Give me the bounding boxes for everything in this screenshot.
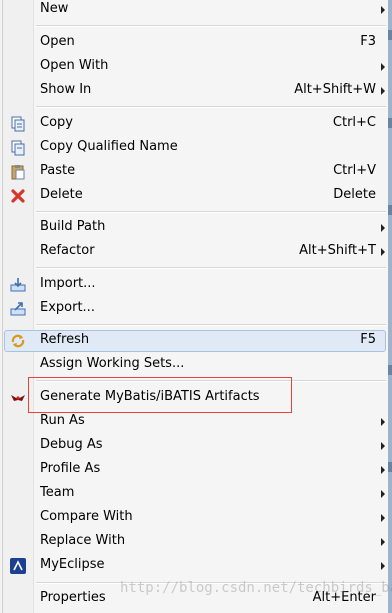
menu-item-label: Run As <box>40 413 85 428</box>
menu-item-open-with[interactable]: Open With <box>3 55 388 79</box>
menu-item-replace-with[interactable]: Replace With <box>3 530 388 554</box>
menu-item-label: Show In <box>40 82 92 97</box>
menu-item-run-as[interactable]: Run As <box>3 410 388 434</box>
menu-item-refactor[interactable]: Refactor Alt+Shift+T <box>3 240 388 264</box>
submenu-arrow-icon <box>381 514 385 522</box>
submenu-arrow-icon <box>381 6 385 14</box>
myeclipse-icon <box>10 558 26 574</box>
menu-item-label: Compare With <box>40 509 133 524</box>
submenu-arrow-icon <box>381 562 385 570</box>
menu-item-label: Team <box>40 485 75 500</box>
menu-item-label: Profile As <box>40 461 101 476</box>
menu-item-copy[interactable]: Copy Ctrl+C <box>3 112 388 136</box>
submenu-arrow-icon <box>381 87 385 95</box>
submenu-arrow-icon <box>381 442 385 450</box>
shortcut-label: Delete <box>333 187 376 202</box>
menu-item-label: Open <box>40 34 75 49</box>
submenu-arrow-icon <box>381 63 385 71</box>
import-icon <box>10 277 26 293</box>
menu-item-delete[interactable]: Delete Delete <box>3 184 388 208</box>
menu-separator <box>36 267 386 269</box>
menu-item-label: Open With <box>40 58 109 73</box>
menu-item-build-path[interactable]: Build Path <box>3 216 388 240</box>
menu-separator <box>36 211 386 213</box>
menu-item-show-in[interactable]: Show In Alt+Shift+W <box>3 79 388 103</box>
menu-item-paste[interactable]: Paste Ctrl+V <box>3 160 388 184</box>
menu-item-assign-working-sets[interactable]: Assign Working Sets... <box>3 353 388 377</box>
paste-icon <box>10 164 26 180</box>
menu-separator <box>36 106 386 108</box>
refresh-icon <box>10 333 26 349</box>
shortcut-label: Ctrl+C <box>332 115 376 130</box>
menu-item-open[interactable]: Open F3 <box>3 31 388 55</box>
shortcut-label: F3 <box>360 34 376 49</box>
shortcut-label: F5 <box>360 332 376 347</box>
menu-separator <box>36 324 386 326</box>
mybatis-bird-icon <box>10 390 26 406</box>
shortcut-label: Ctrl+V <box>333 163 376 178</box>
menu-separator <box>36 25 386 27</box>
menu-item-label: Import... <box>40 276 96 291</box>
menu-item-label: MyEclipse <box>40 557 105 572</box>
context-menu: New Open F3 Open With Show In Alt+Shift+… <box>2 0 388 613</box>
menu-item-label: Paste <box>40 163 76 178</box>
shortcut-label: Alt+Shift+T <box>299 243 376 258</box>
menu-item-label: Debug As <box>40 437 103 452</box>
menu-item-label: Copy Qualified Name <box>40 139 178 154</box>
submenu-arrow-icon <box>381 418 385 426</box>
submenu-arrow-icon <box>381 466 385 474</box>
menu-item-team[interactable]: Team <box>3 482 388 506</box>
menu-item-myeclipse[interactable]: MyEclipse <box>3 554 388 578</box>
menu-item-label: New <box>40 1 69 16</box>
menu-item-label: Properties <box>40 590 106 605</box>
submenu-arrow-icon <box>381 538 385 546</box>
copy-qualified-name-icon <box>10 140 26 156</box>
menu-item-new[interactable]: New <box>3 0 388 22</box>
annotation-highlight-box <box>28 377 292 413</box>
menu-item-import[interactable]: Import... <box>3 273 388 297</box>
shortcut-label: Alt+Shift+W <box>294 82 376 97</box>
export-icon <box>10 301 26 317</box>
menu-item-debug-as[interactable]: Debug As <box>3 434 388 458</box>
copy-icon <box>10 116 26 132</box>
delete-icon <box>10 188 26 204</box>
menu-item-label: Replace With <box>40 533 126 548</box>
menu-item-label: Refactor <box>40 243 95 258</box>
menu-item-refresh[interactable]: Refresh F5 <box>3 329 388 353</box>
menu-item-label: Copy <box>40 115 73 130</box>
menu-item-label: Refresh <box>40 332 90 347</box>
submenu-arrow-icon <box>381 224 385 232</box>
menu-item-label: Build Path <box>40 219 106 234</box>
menu-item-copy-qualified-name[interactable]: Copy Qualified Name <box>3 136 388 160</box>
menu-item-label: Export... <box>40 300 95 315</box>
menu-item-label: Assign Working Sets... <box>40 356 185 371</box>
menu-item-profile-as[interactable]: Profile As <box>3 458 388 482</box>
menu-item-compare-with[interactable]: Compare With <box>3 506 388 530</box>
menu-item-export[interactable]: Export... <box>3 297 388 321</box>
menu-item-label: Delete <box>40 187 83 202</box>
submenu-arrow-icon <box>381 248 385 256</box>
submenu-arrow-icon <box>381 490 385 498</box>
watermark-text: http://blog.csdn.net/techbirds_bao <box>120 580 392 596</box>
